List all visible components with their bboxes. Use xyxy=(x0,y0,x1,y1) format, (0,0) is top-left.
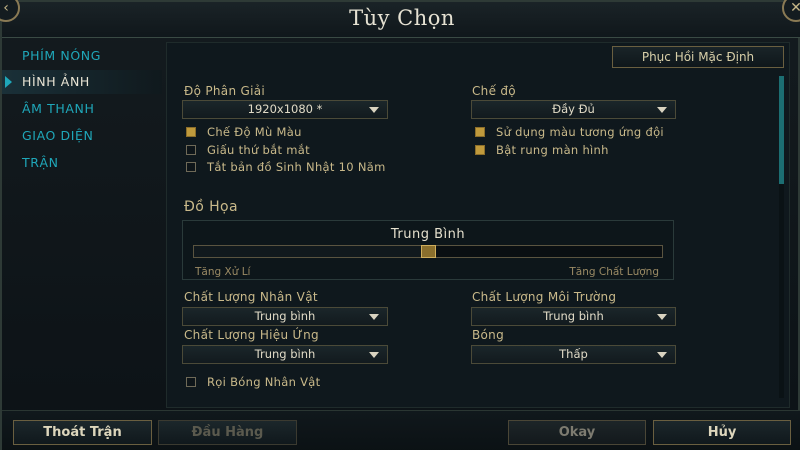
cancel-button[interactable]: Hủy xyxy=(653,420,791,445)
resolution-select[interactable]: 1920x1080 * xyxy=(182,100,388,119)
options-window: Tùy Chọn ‹ ✕ PHÍM NÓNG HÌNH ẢNH ÂM THANH… xyxy=(0,0,800,450)
sidebar: PHÍM NÓNG HÌNH ẢNH ÂM THANH GIAO DIỆN TR… xyxy=(2,40,162,408)
chevron-down-icon xyxy=(369,107,379,113)
effects-quality-label: Chất Lượng Hiệu Ứng xyxy=(184,328,319,342)
checkbox-icon xyxy=(475,127,485,137)
sidebar-item-hotkeys[interactable]: PHÍM NÓNG xyxy=(2,44,162,68)
effects-quality-select[interactable]: Trung bình xyxy=(182,345,388,364)
resolution-label: Độ Phân Giải xyxy=(184,84,265,98)
window-mode-select[interactable]: Đầy Đủ xyxy=(471,100,676,119)
active-indicator-icon xyxy=(5,76,12,88)
shadows-label: Bóng xyxy=(472,328,504,342)
character-quality-select[interactable]: Trung bình xyxy=(182,307,388,326)
sidebar-item-video[interactable]: HÌNH ẢNH xyxy=(2,70,162,94)
chevron-down-icon xyxy=(657,107,667,113)
checkbox-icon xyxy=(186,377,196,387)
environment-quality-label: Chất Lượng Môi Trường xyxy=(472,290,617,304)
okay-button[interactable]: Okay xyxy=(508,420,646,445)
sidebar-item-game[interactable]: TRẬN xyxy=(2,151,162,175)
checkbox-icon xyxy=(186,162,196,172)
environment-quality-select[interactable]: Trung bình xyxy=(471,307,676,326)
hide-eye-candy-checkbox[interactable]: Giấu thứ bắt mắt xyxy=(186,143,310,157)
exit-match-button[interactable]: Thoát Trận xyxy=(13,420,152,445)
slider-max-label: Tăng Chất Lượng xyxy=(569,266,659,278)
chevron-down-icon xyxy=(657,314,667,320)
character-shadow-checkbox[interactable]: Rọi Bóng Nhân Vật xyxy=(186,375,320,389)
scrollbar-thumb[interactable] xyxy=(779,76,784,184)
team-color-checkbox[interactable]: Sử dụng màu tương ứng đội xyxy=(475,125,664,139)
chevron-down-icon xyxy=(369,314,379,320)
slider-handle[interactable] xyxy=(421,245,436,258)
slider-min-label: Tăng Xử Lí xyxy=(195,266,251,278)
surrender-button[interactable]: Đầu Hàng xyxy=(158,420,297,445)
window-mode-label: Chế độ xyxy=(472,84,516,98)
shadows-select[interactable]: Thấp xyxy=(471,345,676,364)
colorblind-checkbox[interactable]: Chế Độ Mù Màu xyxy=(186,125,302,139)
checkbox-icon xyxy=(186,145,196,155)
graphics-section-title: Đồ Họa xyxy=(184,199,238,215)
screen-shake-checkbox[interactable]: Bật rung màn hình xyxy=(475,143,609,157)
window-title: Tùy Chọn xyxy=(349,6,455,30)
graphics-quality-value: Trung Bình xyxy=(390,227,466,242)
chevron-down-icon xyxy=(369,352,379,358)
disable-anniversary-map-checkbox[interactable]: Tắt bản đồ Sinh Nhật 10 Năm xyxy=(186,160,386,174)
title-bar: Tùy Chọn ‹ ✕ xyxy=(0,0,800,38)
reset-defaults-button[interactable]: Phục Hồi Mặc Định xyxy=(612,46,784,68)
slider-fill xyxy=(194,246,428,257)
graphics-quality-slider[interactable] xyxy=(193,245,663,258)
sidebar-item-sound[interactable]: ÂM THANH xyxy=(2,97,162,121)
character-quality-label: Chất Lượng Nhân Vật xyxy=(184,290,318,304)
scrollbar[interactable] xyxy=(779,76,784,398)
chevron-down-icon xyxy=(657,352,667,358)
checkbox-icon xyxy=(475,145,485,155)
sidebar-item-interface[interactable]: GIAO DIỆN xyxy=(2,124,162,148)
checkbox-icon xyxy=(186,127,196,137)
graphics-quality-box: Trung Bình Tăng Xử Lí Tăng Chất Lượng xyxy=(182,220,674,280)
